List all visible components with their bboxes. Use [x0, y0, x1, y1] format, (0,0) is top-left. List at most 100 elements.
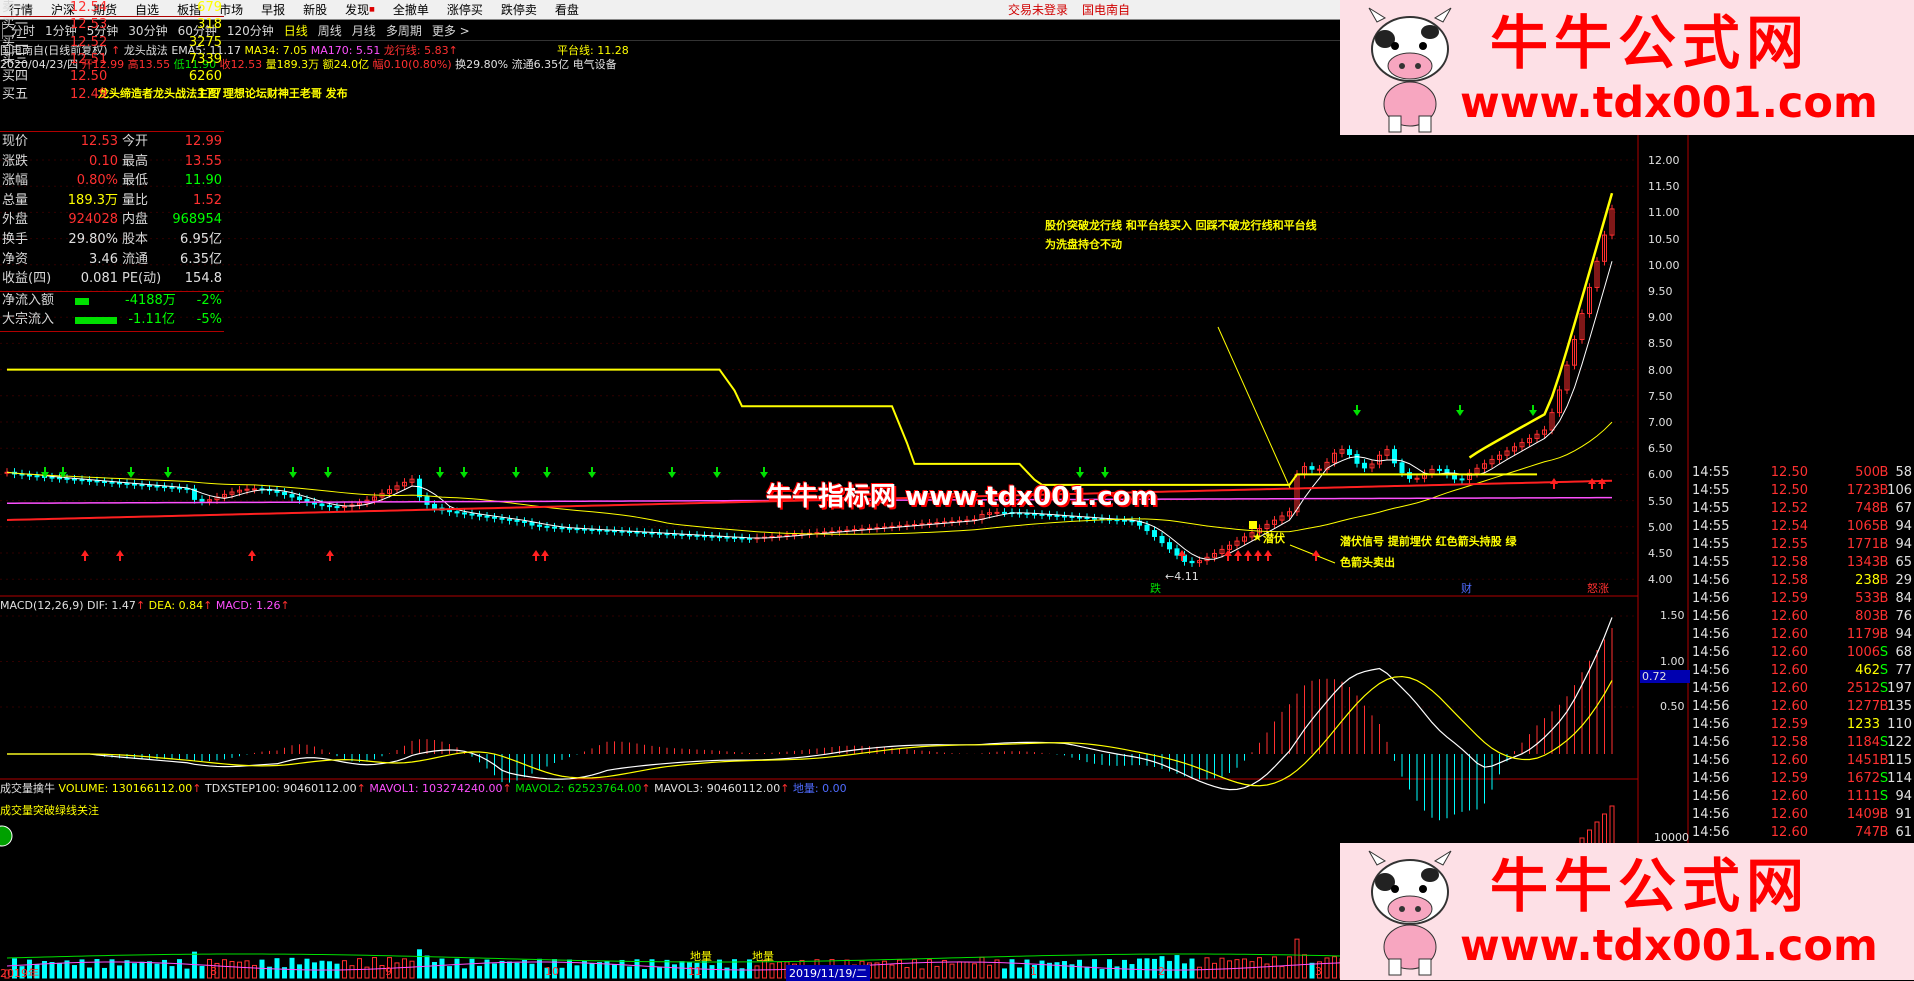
period-tab-9[interactable]: 多周期 — [381, 22, 427, 39]
candle — [837, 530, 842, 533]
menu-item-6[interactable]: 早报 — [252, 0, 294, 20]
strategy-note-2: 为洗盘持仓不动 — [1045, 238, 1122, 251]
stat-value-2: 6.35亿 — [180, 251, 222, 267]
candle — [732, 536, 737, 539]
candle — [1197, 560, 1202, 564]
volume-bar — [1047, 962, 1052, 979]
status-text-1[interactable]: 国电南自 — [1082, 3, 1130, 17]
trade-price: 12.60 — [1770, 825, 1808, 840]
volume-bar — [402, 958, 407, 979]
trade-count: 122 — [1887, 735, 1912, 750]
candle — [49, 476, 55, 479]
volume-bar — [1084, 966, 1090, 979]
stat-label-2: 今开 — [122, 134, 149, 149]
trade-row: 14:56 12.60 1111 S 94 — [1690, 788, 1914, 805]
trade-price: 12.60 — [1770, 699, 1808, 714]
status-text-0[interactable]: 交易未登录 — [1008, 3, 1068, 17]
stat-label-2: 量比 — [122, 192, 149, 208]
candle — [1122, 519, 1127, 522]
period-tab-8[interactable]: 月线 — [347, 22, 381, 39]
candle — [957, 520, 962, 523]
ob-side: 卖一 — [2, 0, 29, 15]
price-tick: 8.50 — [1648, 337, 1673, 351]
trade-row: 14:56 12.60 1179 B 94 — [1690, 626, 1914, 643]
trade-row: 14:55 12.58 1343 B 65 — [1690, 554, 1914, 571]
stat-label: 总量 — [2, 192, 29, 208]
menu-item-9[interactable]: 全撤单 — [384, 0, 438, 20]
stat-label: 收益(四) — [2, 271, 52, 287]
volume-bar — [484, 959, 490, 979]
volume-bar — [177, 959, 182, 979]
candle — [934, 522, 940, 525]
stat-row: 收益(四) 0.081 PE(动) 154.8 — [0, 271, 224, 287]
volume-bar — [229, 960, 235, 979]
volume-bar — [1099, 968, 1105, 979]
stat-label-2: 流通 — [122, 251, 149, 267]
menu-item-12[interactable]: 看盘 — [546, 0, 588, 20]
menu-item-11[interactable]: 跌停卖 — [492, 0, 546, 20]
banner-top[interactable]: 牛牛公式网 www.tdx001.com — [1340, 0, 1914, 135]
period-tab-6[interactable]: 日线 — [279, 22, 313, 39]
period-tab-10[interactable]: 更多 > — [427, 22, 475, 39]
volume-bar — [184, 968, 190, 979]
candle — [1152, 530, 1157, 537]
candle — [724, 536, 730, 539]
sector-value: 电气设备 — [572, 58, 617, 71]
date-tick: 3 — [1315, 965, 1322, 978]
candle — [312, 501, 317, 505]
trade-volume: 533 — [1855, 591, 1880, 606]
trade-volume: 1343 — [1846, 555, 1880, 570]
menu-item-8[interactable]: 发现■ — [336, 0, 384, 20]
volume-bar — [469, 958, 475, 979]
trade-volume: 747 — [1855, 825, 1880, 840]
sell-arrow-icon — [460, 467, 468, 478]
trade-volume: 1771 — [1846, 537, 1880, 552]
volume-bar — [627, 966, 632, 979]
volume-bar — [559, 967, 565, 979]
volume-bar — [327, 961, 332, 979]
candle — [1354, 453, 1360, 464]
ma170-value: MA170: 5.51 — [310, 44, 381, 57]
candle — [1534, 433, 1540, 439]
date-tick: 2019年 — [0, 967, 39, 980]
candle — [919, 523, 925, 526]
candle — [252, 488, 257, 491]
volume-bar — [222, 959, 227, 979]
candle — [582, 528, 587, 531]
period-tab-5[interactable]: 120分钟 — [222, 22, 279, 39]
trade-time: 14:56 — [1692, 807, 1730, 822]
date-tick: 8 — [210, 965, 217, 978]
sell-arrow-icon — [1529, 405, 1537, 416]
candle — [1204, 556, 1210, 562]
ema5-line — [6, 261, 1613, 560]
candle — [192, 488, 197, 500]
candle — [514, 519, 520, 522]
volume-bar — [282, 967, 287, 979]
trade-time: 14:55 — [1692, 537, 1730, 552]
volume-bar — [567, 959, 572, 979]
candle — [64, 477, 70, 480]
period-tab-7[interactable]: 周线 — [313, 22, 347, 39]
volume-bar — [72, 965, 77, 979]
candle — [1137, 520, 1142, 526]
volume-bar — [79, 959, 85, 979]
candle — [777, 535, 782, 538]
volume-bar — [1302, 954, 1307, 979]
menu-item-10[interactable]: 涨停买 — [438, 0, 492, 20]
banner-bottom[interactable]: 牛牛公式网 www.tdx001.com — [1340, 843, 1914, 980]
candle — [1234, 540, 1240, 546]
stat-label-2: 内盘 — [122, 212, 149, 228]
volume-bar — [972, 963, 977, 979]
close-value: 收12.53 — [219, 58, 263, 71]
volume-bar — [312, 962, 317, 979]
candle — [147, 484, 152, 487]
trade-price: 12.59 — [1770, 591, 1808, 606]
menu-item-7[interactable]: 新股 — [294, 0, 336, 20]
platform-line-value: 平台线: 11.28 — [557, 44, 629, 57]
price-tick: 7.00 — [1648, 416, 1673, 429]
turnover-value: 换29.80% — [455, 58, 509, 71]
stat-value-2: 12.99 — [184, 134, 222, 149]
trade-count: 67 — [1895, 501, 1912, 516]
order-book-row: 买三 12.51 7339 — [0, 52, 224, 68]
volume-bar — [462, 968, 467, 979]
